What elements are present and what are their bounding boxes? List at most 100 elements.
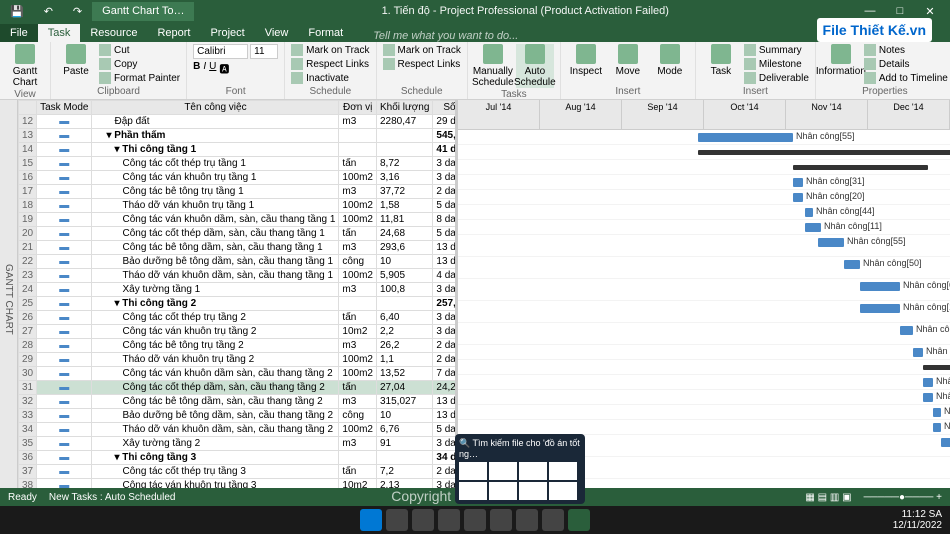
table-row[interactable]: 33▬Bảo dưỡng bê tông dầm, sàn, cầu thang… bbox=[19, 409, 459, 423]
inspect-button[interactable]: Inspect bbox=[567, 44, 605, 77]
gantt-bar[interactable] bbox=[844, 260, 860, 269]
system-clock[interactable]: 11:12 SA12/11/2022 bbox=[893, 509, 942, 531]
qat-save-icon[interactable]: 💾 bbox=[0, 2, 34, 21]
task-table[interactable]: Task ModeTên công việcĐơn vịKhối lượngSố… bbox=[18, 100, 458, 498]
respect-links-button-2[interactable]: Respect Links bbox=[383, 58, 461, 70]
format-painter-button[interactable]: Format Painter bbox=[99, 72, 180, 84]
column-header[interactable] bbox=[19, 101, 37, 115]
minimize-button[interactable]: — bbox=[856, 5, 884, 18]
gantt-bar[interactable] bbox=[900, 326, 913, 335]
search-icon[interactable] bbox=[386, 509, 408, 531]
information-button[interactable]: Information bbox=[822, 44, 860, 77]
table-row[interactable]: 17▬Công tác bê tông trụ tầng 1m337,722 d… bbox=[19, 185, 459, 199]
contextual-tab[interactable]: Gantt Chart To… bbox=[92, 2, 194, 21]
milestone-button[interactable]: Milestone bbox=[744, 58, 809, 70]
table-row[interactable]: 14▬▾ Thi công tầng 141 daysSat 25/10/14S… bbox=[19, 143, 459, 157]
qat-redo-icon[interactable]: ↷ bbox=[63, 2, 92, 21]
table-row[interactable]: 31▬Công tác cốt thép dầm, sàn, cầu thang… bbox=[19, 381, 459, 395]
notes-button[interactable]: Notes bbox=[864, 44, 948, 56]
tab-format[interactable]: Format bbox=[298, 24, 353, 42]
gantt-bar[interactable] bbox=[860, 304, 900, 313]
add-timeline-button[interactable]: Add to Timeline bbox=[864, 72, 948, 84]
table-row[interactable]: 18▬Tháo dỡ ván khuôn trụ tầng 1100m21,58… bbox=[19, 199, 459, 213]
gantt-bar[interactable] bbox=[923, 365, 950, 370]
table-row[interactable]: 22▬Bảo dưỡng bê tông dầm, sàn, cầu thang… bbox=[19, 255, 459, 269]
gantt-bar[interactable] bbox=[923, 393, 933, 402]
gantt-bar[interactable] bbox=[860, 282, 900, 291]
gantt-bar[interactable] bbox=[818, 238, 844, 247]
column-header[interactable]: Khối lượng bbox=[377, 101, 433, 115]
gantt-bar[interactable] bbox=[805, 208, 813, 217]
respect-links-button[interactable]: Respect Links bbox=[291, 58, 369, 70]
tab-report[interactable]: Report bbox=[147, 24, 200, 42]
app-icon[interactable] bbox=[516, 509, 538, 531]
zoom-slider[interactable]: ─────●──── + bbox=[864, 492, 942, 503]
column-header[interactable]: Đơn vị bbox=[339, 101, 377, 115]
bold-button[interactable]: B bbox=[193, 61, 200, 76]
search-preview-popup[interactable]: 🔍 Tìm kiếm file cho 'đồ án tốt ng… bbox=[455, 434, 585, 504]
cut-button[interactable]: Cut bbox=[99, 44, 180, 56]
table-row[interactable]: 34▬Tháo dỡ ván khuôn dầm, sàn, cầu thang… bbox=[19, 423, 459, 437]
table-row[interactable]: 32▬Công tác bê tông dầm, sàn, cầu thang … bbox=[19, 395, 459, 409]
task-button[interactable]: Task bbox=[702, 44, 740, 77]
view-shortcuts[interactable]: ▦ ▤ ▥ ▣ bbox=[805, 492, 851, 503]
table-row[interactable]: 19▬Công tác ván khuôn dầm, sàn, cầu than… bbox=[19, 213, 459, 227]
gantt-bar[interactable] bbox=[793, 193, 803, 202]
gantt-bar[interactable] bbox=[805, 223, 821, 232]
manually-schedule-button[interactable]: Manually Schedule bbox=[474, 44, 512, 88]
table-row[interactable]: 25▬▾ Thi công tầng 2257,5 daysSat 06/12/… bbox=[19, 297, 459, 311]
table-row[interactable]: 36▬▾ Thi công tầng 334 daysMon 31/08/15S… bbox=[19, 451, 459, 465]
explorer-icon[interactable] bbox=[438, 509, 460, 531]
paste-button[interactable]: Paste bbox=[57, 44, 95, 77]
edge-icon[interactable] bbox=[464, 509, 486, 531]
table-row[interactable]: 27▬Công tác ván khuôn trụ tầng 210m22,23… bbox=[19, 325, 459, 339]
tab-view[interactable]: View bbox=[255, 24, 299, 42]
font-name-select[interactable] bbox=[193, 44, 248, 59]
gantt-bar[interactable] bbox=[698, 133, 793, 142]
tab-file[interactable]: File bbox=[0, 24, 38, 42]
gantt-bar[interactable] bbox=[933, 423, 941, 432]
table-row[interactable]: 29▬Tháo dỡ ván khuôn trụ tầng 2100m21,12… bbox=[19, 353, 459, 367]
inactivate-button[interactable]: Inactivate bbox=[291, 72, 369, 84]
app-icon[interactable] bbox=[542, 509, 564, 531]
table-row[interactable]: 28▬Công tác bê tông trụ tầng 2m326,22 da… bbox=[19, 339, 459, 353]
mark-on-track-button[interactable]: Mark on Track bbox=[291, 44, 369, 56]
gantt-bar[interactable] bbox=[941, 438, 950, 447]
maximize-button[interactable]: □ bbox=[886, 5, 914, 18]
table-row[interactable]: 23▬Tháo dỡ ván khuôn dầm, sàn, cầu thang… bbox=[19, 269, 459, 283]
table-row[interactable]: 16▬Công tác ván khuôn trụ tầng 1100m23,1… bbox=[19, 171, 459, 185]
column-header[interactable]: Task Mode bbox=[37, 101, 92, 115]
table-row[interactable]: 15▬Công tác cốt thép trụ tầng 1tấn8,723 … bbox=[19, 157, 459, 171]
table-row[interactable]: 35▬Xây tường tầng 2m3913 daysFri 28/08/1… bbox=[19, 437, 459, 451]
project-icon[interactable] bbox=[568, 509, 590, 531]
start-button[interactable] bbox=[360, 509, 382, 531]
app-icon[interactable] bbox=[490, 509, 512, 531]
details-button[interactable]: Details bbox=[864, 58, 948, 70]
column-header[interactable]: Số ngày bbox=[433, 101, 458, 115]
italic-button[interactable]: I bbox=[203, 61, 206, 76]
mark-on-track-button-2[interactable]: Mark on Track bbox=[383, 44, 461, 56]
gantt-chart-button[interactable]: Gantt Chart bbox=[6, 44, 44, 88]
mode-button[interactable]: Mode bbox=[651, 44, 689, 77]
table-row[interactable]: 24▬Xây tường tầng 1m3100,83 daysThu 04/1… bbox=[19, 283, 459, 297]
font-size-select[interactable] bbox=[250, 44, 278, 59]
gantt-bar[interactable] bbox=[913, 348, 923, 357]
column-header[interactable]: Tên công việc bbox=[92, 101, 339, 115]
close-button[interactable]: ✕ bbox=[916, 5, 944, 18]
table-row[interactable]: 21▬Công tác bê tông dầm, sàn, cầu thang … bbox=[19, 241, 459, 255]
tab-project[interactable]: Project bbox=[200, 24, 254, 42]
move-button[interactable]: Move bbox=[609, 44, 647, 77]
gantt-bar[interactable] bbox=[923, 378, 933, 387]
gantt-bar[interactable] bbox=[793, 165, 928, 170]
gantt-bar[interactable] bbox=[933, 408, 941, 417]
table-row[interactable]: 26▬Công tác cốt thép trụ tầng 2tấn6,403 … bbox=[19, 311, 459, 325]
summary-button[interactable]: Summary bbox=[744, 44, 809, 56]
qat-undo-icon[interactable]: ↶ bbox=[34, 2, 63, 21]
gantt-bar[interactable] bbox=[698, 150, 950, 155]
font-color-button[interactable]: 🅰 bbox=[219, 61, 229, 76]
auto-schedule-button[interactable]: Auto Schedule bbox=[516, 44, 554, 88]
underline-button[interactable]: U bbox=[209, 61, 216, 76]
gantt-timescale[interactable]: Jul '14Aug '14Sep '14Oct '14Nov '14Dec '… bbox=[458, 100, 950, 130]
table-row[interactable]: 37▬Công tác cốt thép trụ tầng 3tấn7,22 d… bbox=[19, 465, 459, 479]
table-row[interactable]: 20▬Công tác cốt thép dầm, sàn, cầu thang… bbox=[19, 227, 459, 241]
